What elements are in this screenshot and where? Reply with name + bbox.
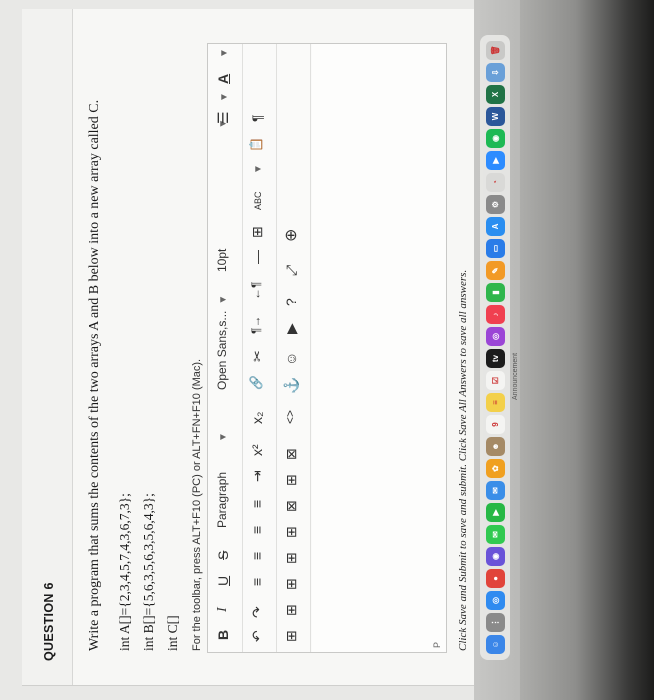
media-icon[interactable]: ▶ [283, 323, 300, 334]
link-icon[interactable]: 🔗 [249, 375, 263, 390]
toolbar-row-1: B I U S Paragraph▼ Open Sans,s...▼ 10pt▼… [208, 44, 243, 652]
chrome-icon[interactable]: ● [485, 569, 505, 588]
help-icon[interactable]: ? [283, 298, 299, 306]
spotify-icon[interactable]: ◉ [485, 129, 505, 148]
chevron-down-icon[interactable]: ▼ [219, 48, 230, 58]
strikethrough-button[interactable]: S [215, 551, 231, 560]
finder-icon[interactable]: ☺ [485, 635, 505, 654]
font-family-select[interactable]: Open Sans,s... ▼ [215, 295, 229, 390]
cell-merge-icon[interactable]: ⊞ [283, 474, 300, 486]
question-prompt: Write a program that sums the contents o… [87, 99, 102, 651]
settings-icon[interactable]: ⚙ [485, 195, 505, 214]
music-icon[interactable]: ♪ [485, 305, 505, 324]
mail-icon[interactable]: ✉ [485, 481, 505, 500]
underline-button[interactable]: U [215, 576, 231, 586]
question-panel: QUESTION 6 Write a program that sums the… [22, 9, 475, 686]
paragraph-select-value: Paragraph [215, 471, 229, 528]
redo-icon[interactable]: ↷ [249, 606, 266, 618]
paragraph-select[interactable]: Paragraph ▼ [215, 432, 229, 528]
column-icon[interactable]: ⊞ [283, 526, 300, 538]
text-color-button[interactable]: A [215, 74, 231, 84]
toolbar-hint: For the toolbar, press ALT+F10 (PC) or A… [191, 358, 203, 651]
table-insert-icon[interactable]: ⊞ [283, 630, 300, 642]
dock-label: Announcement [512, 352, 519, 400]
dock: ☺ ⋮ ◎ ● ◉ ✉ ▶ ✉ ✿ ☻ 9 ≡ ☑ tv ◎ ♪ ▮ ✎ ▭ A ⚙ ◔ ▶ ◉ W X ⇩ 🗑 [480, 35, 510, 660]
photo-frame: QUESTION 6 Write a program that sums the… [0, 0, 654, 700]
fullscreen-icon[interactable]: ⤢ [283, 265, 300, 276]
italic-button[interactable]: I [215, 607, 231, 612]
podcasts-icon[interactable]: ◎ [485, 327, 505, 346]
editor-content-area[interactable]: P [312, 44, 446, 652]
save-instructions: Click Save and Submit to save and submit… [457, 269, 469, 651]
font-size-value: 10pt [215, 248, 229, 272]
photos-icon[interactable]: ✿ [485, 459, 505, 478]
code-icon[interactable]: <> [283, 410, 297, 424]
reminders-icon[interactable]: ☑ [485, 371, 505, 390]
spellcheck-icon[interactable]: ABC [253, 191, 263, 210]
rich-text-editor: B I U S Paragraph▼ Open Sans,s...▼ 10pt▼… [207, 43, 447, 653]
question-heading: QUESTION 6 [42, 582, 56, 661]
paragraph-mark-icon[interactable]: ¶ [249, 114, 265, 122]
contacts-icon[interactable]: ☻ [485, 437, 505, 456]
delete-table-icon[interactable]: ⊠ [283, 500, 300, 512]
element-path: P [432, 641, 442, 648]
horizontal-rule-icon[interactable]: — [249, 250, 265, 264]
appstore-icon[interactable]: A [485, 217, 505, 236]
calendar-icon[interactable]: 9 [485, 415, 505, 434]
bold-button[interactable]: B [215, 630, 231, 640]
row-before-icon[interactable]: ⊞ [283, 578, 300, 590]
pages-icon[interactable]: ✎ [485, 261, 505, 280]
chevron-down-icon: ▼ [218, 294, 229, 305]
paste-icon[interactable]: 📋 [249, 137, 263, 152]
align-center-icon[interactable]: ≡ [249, 552, 265, 560]
anchor-icon[interactable]: ⚓ [283, 377, 300, 394]
safari-icon[interactable]: ◎ [485, 591, 505, 610]
table-props-icon[interactable]: ⊞ [283, 604, 300, 616]
chevron-down-icon[interactable]: ▼ [253, 164, 264, 174]
superscript-button[interactable]: x² [249, 444, 265, 456]
subscript-button[interactable]: x₂ [249, 412, 265, 424]
justify-icon[interactable]: ≡ [249, 500, 265, 508]
siri-icon[interactable]: ◉ [485, 547, 505, 566]
tv-icon[interactable]: tv [485, 349, 505, 368]
rtl-icon[interactable]: ←¶ [249, 282, 263, 300]
numbers-icon[interactable]: ▮ [485, 283, 505, 302]
font-family-value: Open Sans,s... [215, 310, 229, 390]
browser-screen: QUESTION 6 Write a program that sums the… [0, 0, 520, 700]
add-content-icon[interactable]: ⊕ [281, 229, 301, 242]
unlink-icon[interactable]: ✂ [249, 350, 266, 362]
notes-icon[interactable]: ≡ [485, 393, 505, 412]
font-size-select[interactable]: 10pt▼ [215, 119, 229, 272]
chevron-down-icon: ▼ [218, 432, 229, 442]
keynote-icon[interactable]: ▭ [485, 239, 505, 258]
indent-icon[interactable]: ⇥ [249, 470, 266, 482]
toolbar-row-2: ↶ ↷ ≡ ≡ ≡ ≡ ⇥ x² x₂ 🔗 ✂ ¶→ ←¶ — ⊞ ABC ▼ … [242, 44, 277, 652]
code-line-a: int A[]={2,3,4,5,7,4,3,6,7,3}; [117, 493, 132, 651]
row-after-icon[interactable]: ⊞ [283, 552, 300, 564]
chevron-down-icon[interactable]: ▼ [219, 92, 230, 102]
emoji-icon[interactable]: ☺ [283, 352, 299, 366]
preview-icon[interactable]: ◔ [485, 173, 505, 192]
cell-split-icon[interactable]: ⊠ [283, 448, 300, 460]
special-char-icon[interactable]: ⊞ [249, 226, 266, 238]
toolbar-row-3: ⊞ ⊞ ⊞ ⊞ ⊞ ⊠ ⊞ ⊠ <> ⚓ ☺ ▶ ? ⤢ ⊕ [276, 44, 311, 652]
align-right-icon[interactable]: ≡ [249, 526, 265, 534]
word-icon[interactable]: W [485, 107, 505, 126]
excel-icon[interactable]: X [485, 85, 505, 104]
facetime-icon[interactable]: ▶ [485, 503, 505, 522]
ltr-icon[interactable]: ¶→ [249, 316, 263, 334]
dock-area: ☺ ⋮ ◎ ● ◉ ✉ ▶ ✉ ✿ ☻ 9 ≡ ☑ tv ◎ ♪ ▮ ✎ ▭ A ⚙ ◔ ▶ ◉ W X ⇩ 🗑 Announceme… [474, 0, 520, 700]
undo-icon[interactable]: ↶ [249, 630, 266, 642]
code-line-b: int B[]={5,6,3,5,6,3,5,6,4,3}; [141, 493, 156, 651]
question-body: Write a program that sums the contents o… [72, 9, 475, 685]
downloads-icon[interactable]: ⇩ [485, 63, 505, 82]
messages-icon[interactable]: ✉ [485, 525, 505, 544]
zoom-icon[interactable]: ▶ [485, 151, 505, 170]
align-left-icon[interactable]: ≡ [249, 578, 265, 586]
trash-icon[interactable]: 🗑 [485, 41, 505, 60]
launchpad-icon[interactable]: ⋮ [485, 613, 505, 632]
code-line-c: int C[] [165, 615, 180, 651]
list-icon[interactable]: ☰ [215, 111, 232, 124]
